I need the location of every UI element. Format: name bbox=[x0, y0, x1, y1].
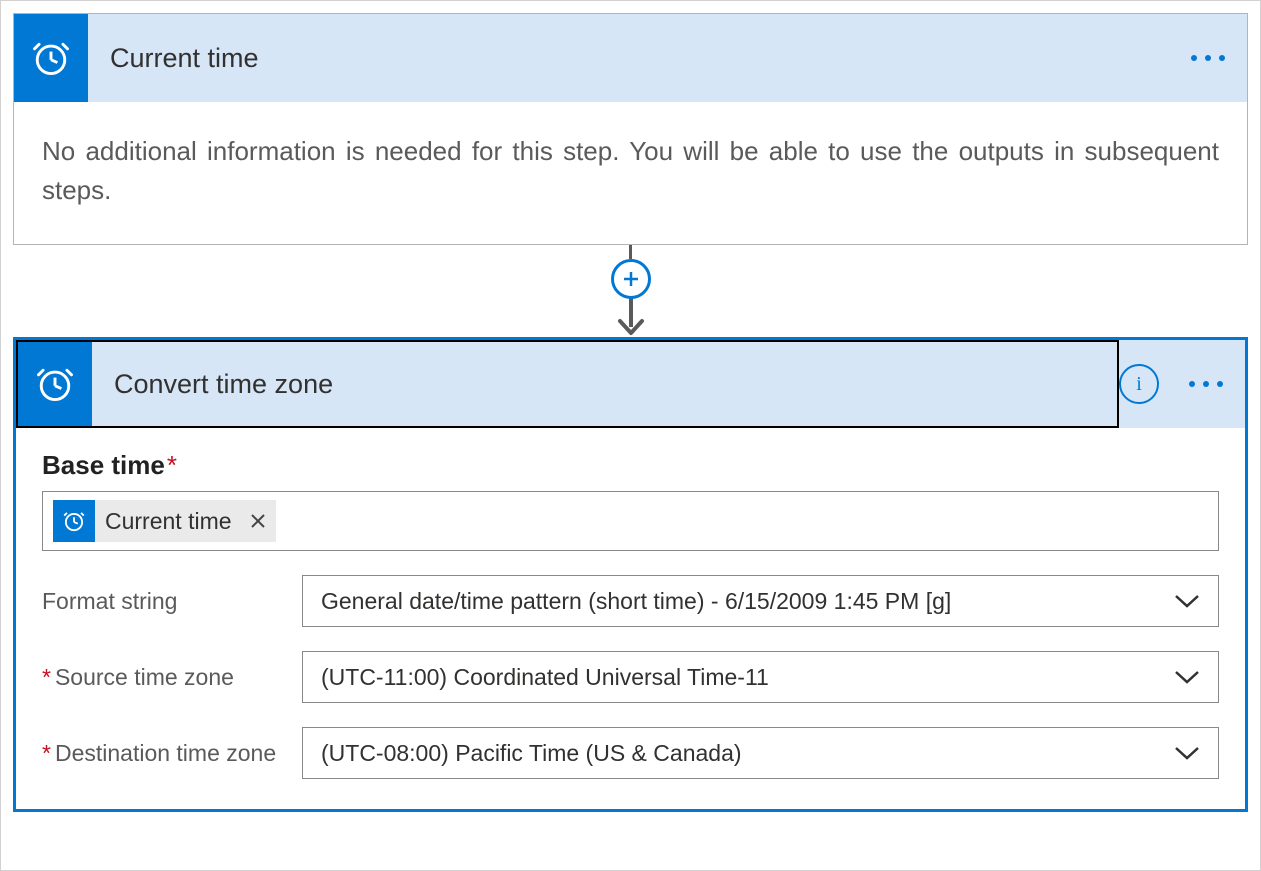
step-title: Current time bbox=[88, 14, 1187, 102]
more-menu-button[interactable] bbox=[1185, 373, 1227, 395]
step-current-time: Current time No additional information i… bbox=[13, 13, 1248, 245]
step-title: Convert time zone bbox=[92, 342, 1117, 426]
select-value: (UTC-08:00) Pacific Time (US & Canada) bbox=[321, 740, 742, 767]
chevron-down-icon bbox=[1174, 593, 1200, 609]
step-convert-time-zone: Convert time zone i Base time* bbox=[13, 337, 1248, 812]
format-string-label: Format string bbox=[42, 588, 302, 615]
step-header[interactable]: Current time bbox=[14, 14, 1247, 102]
more-menu-button[interactable] bbox=[1187, 47, 1229, 69]
flow-designer-canvas: Current time No additional information i… bbox=[0, 0, 1261, 871]
base-time-label: Base time* bbox=[42, 450, 1219, 481]
source-tz-label: *Source time zone bbox=[42, 664, 302, 691]
format-string-select[interactable]: General date/time pattern (short time) -… bbox=[302, 575, 1219, 627]
step-header[interactable]: Convert time zone i bbox=[16, 340, 1245, 428]
step-form: Base time* Current time bbox=[16, 428, 1245, 809]
dest-tz-select[interactable]: (UTC-08:00) Pacific Time (US & Canada) bbox=[302, 727, 1219, 779]
token-label: Current time bbox=[95, 500, 240, 542]
dest-tz-label: *Destination time zone bbox=[42, 740, 302, 767]
schedule-connector-icon bbox=[18, 342, 92, 426]
select-value: (UTC-11:00) Coordinated Universal Time-1… bbox=[321, 664, 769, 691]
remove-token-button[interactable] bbox=[240, 500, 276, 542]
schedule-connector-icon bbox=[14, 14, 88, 102]
add-step-button[interactable] bbox=[611, 259, 651, 299]
clock-icon bbox=[53, 500, 95, 542]
source-tz-select[interactable]: (UTC-11:00) Coordinated Universal Time-1… bbox=[302, 651, 1219, 703]
arrow-down-icon bbox=[614, 297, 648, 337]
chevron-down-icon bbox=[1174, 745, 1200, 761]
step-body-text: No additional information is needed for … bbox=[14, 102, 1247, 244]
base-time-input[interactable]: Current time bbox=[42, 491, 1219, 551]
connector bbox=[611, 245, 651, 337]
info-icon[interactable]: i bbox=[1119, 364, 1159, 404]
dynamic-content-token[interactable]: Current time bbox=[53, 500, 276, 542]
chevron-down-icon bbox=[1174, 669, 1200, 685]
select-value: General date/time pattern (short time) -… bbox=[321, 588, 951, 615]
